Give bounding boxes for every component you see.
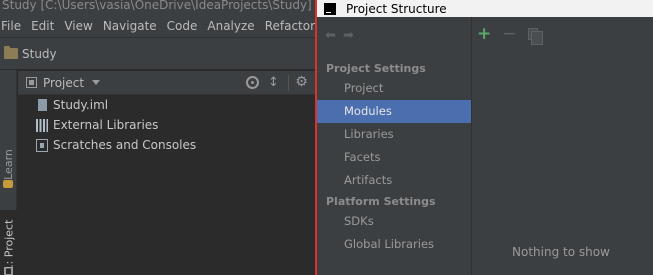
platform-settings-header: Platform Settings: [326, 195, 436, 208]
modules-panel: + − Nothing to show: [472, 17, 653, 275]
tab-project[interactable]: 1: Project: [0, 210, 17, 275]
project-tree: Study.iml External Libraries Scratches a…: [18, 95, 330, 275]
dialog-title-bar[interactable]: Project Structure: [317, 0, 653, 17]
menu-analyze[interactable]: Analyze: [202, 15, 259, 37]
gear-icon[interactable]: ⚙: [295, 75, 308, 89]
library-icon: [36, 118, 48, 132]
tree-item-scratches[interactable]: Scratches and Consoles: [36, 136, 196, 154]
chevron-down-icon[interactable]: [92, 80, 101, 85]
sidebar-item-global-libraries[interactable]: Global Libraries: [317, 233, 471, 256]
forward-arrow-icon[interactable]: ➡: [343, 29, 355, 42]
sidebar-item-sdks[interactable]: SDKs: [317, 210, 471, 233]
tree-item-external-libraries[interactable]: External Libraries: [36, 116, 158, 134]
menu-file[interactable]: File: [0, 15, 26, 37]
sidebar-item-artifacts[interactable]: Artifacts: [317, 169, 471, 192]
ide-menubar: File Edit View Navigate Code Analyze Ref…: [0, 15, 333, 37]
left-tool-strip: Learn 1: Project: [0, 70, 17, 275]
menu-refactor[interactable]: Refactor: [260, 15, 320, 37]
file-icon: [38, 99, 47, 111]
tab-learn-label: Learn: [2, 148, 15, 180]
copy-icon[interactable]: [528, 28, 543, 45]
target-icon[interactable]: [246, 76, 259, 89]
tree-item-label: Scratches and Consoles: [53, 138, 197, 152]
project-settings-header: Project Settings: [326, 62, 426, 75]
tab-learn[interactable]: Learn: [0, 144, 17, 184]
learn-icon: [3, 180, 13, 188]
dialog-title: Project Structure: [346, 1, 447, 16]
project-view-icon: [26, 77, 37, 88]
menu-code[interactable]: Code: [162, 15, 203, 37]
structure-icon: [4, 267, 13, 275]
sidebar-item-facets[interactable]: Facets: [317, 146, 471, 169]
back-arrow-icon[interactable]: ⬅: [325, 29, 337, 42]
tab-project-label: 1: Project: [2, 219, 15, 271]
tree-item-label: External Libraries: [53, 118, 159, 132]
sidebar-item-libraries[interactable]: Libraries: [317, 123, 471, 146]
settings-sidebar: ⬅ ➡ Project Settings Project Modules Lib…: [317, 17, 471, 275]
scratches-icon: [36, 138, 48, 152]
project-view-label[interactable]: Project: [43, 76, 84, 90]
menu-view[interactable]: View: [59, 15, 97, 37]
menu-edit[interactable]: Edit: [26, 15, 59, 37]
tree-item-study-iml[interactable]: Study.iml: [38, 96, 108, 114]
folder-icon: [4, 46, 18, 59]
tree-item-label: Study.iml: [53, 98, 109, 112]
empty-state-message: Nothing to show: [512, 245, 610, 259]
project-panel-header: Project ↕ ⚙: [18, 71, 330, 95]
toolbar-separator: [288, 75, 289, 91]
collapse-icon[interactable]: ↕: [267, 76, 280, 89]
breadcrumb-project[interactable]: Study: [22, 47, 57, 61]
minus-icon[interactable]: −: [502, 26, 516, 43]
sidebar-item-project[interactable]: Project: [317, 77, 471, 100]
intellij-icon: [324, 2, 336, 15]
plus-icon[interactable]: +: [477, 26, 491, 43]
menu-navigate[interactable]: Navigate: [98, 15, 162, 37]
navigation-bar: Study: [0, 37, 330, 70]
sidebar-item-modules[interactable]: Modules: [317, 100, 471, 123]
